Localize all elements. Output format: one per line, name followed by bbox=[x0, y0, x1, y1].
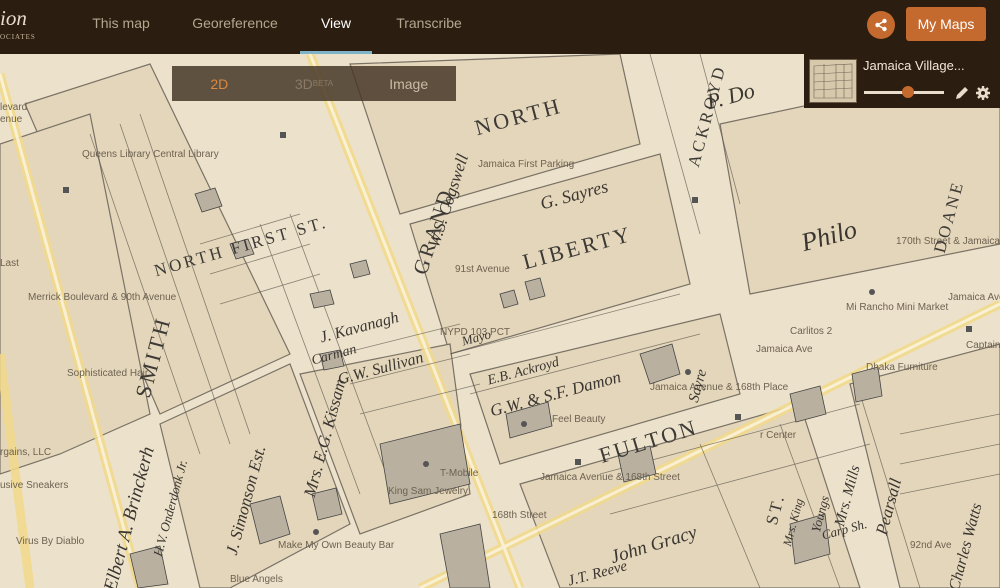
poi-make-my-own-beauty-bar[interactable]: Make My Own Beauty Bar bbox=[278, 540, 394, 551]
view-mode-3d-label: 3D bbox=[294, 75, 313, 92]
poi-virus-by-diablo[interactable]: Virus By Diablo bbox=[16, 536, 84, 547]
poi-avenue[interactable]: enue bbox=[0, 114, 22, 125]
tab-georeference[interactable]: Georeference bbox=[186, 0, 284, 54]
poi-merrick-boulevard[interactable]: Merrick Boulevard & 90th Avenue bbox=[28, 292, 176, 303]
tab-view[interactable]: View bbox=[300, 0, 372, 54]
gear-icon[interactable] bbox=[975, 85, 991, 101]
poi-jamaica-first-parking[interactable]: Jamaica First Parking bbox=[478, 159, 574, 170]
poi-jamaica-avenue-168th-place[interactable]: Jamaica Avenue & 168th Place bbox=[650, 382, 788, 393]
poi-91st-avenue[interactable]: 91st Avenue bbox=[455, 264, 510, 275]
opacity-slider-handle[interactable] bbox=[902, 86, 914, 98]
poi-boulevard[interactable]: levard bbox=[0, 102, 27, 113]
poi-king-sam-jewelry[interactable]: King Sam Jewelry bbox=[388, 486, 468, 497]
view-mode-image[interactable]: Image bbox=[361, 66, 456, 101]
poi-jamaica-avenue-street[interactable]: Jamaica Avenue bbox=[948, 292, 1000, 303]
view-mode-3d[interactable]: 3D BETA bbox=[267, 66, 362, 101]
poi-92nd-ave[interactable]: 92nd Ave bbox=[910, 540, 952, 551]
my-maps-button[interactable]: My Maps bbox=[906, 7, 986, 41]
share-button[interactable] bbox=[867, 11, 895, 39]
poi-carlitos-2[interactable]: Carlitos 2 bbox=[790, 326, 832, 337]
site-logo[interactable]: ion bbox=[0, 6, 27, 31]
view-mode-2d-label: 2D bbox=[210, 75, 229, 92]
pencil-icon[interactable] bbox=[954, 85, 970, 101]
layer-panel: Jamaica Village... bbox=[804, 54, 1000, 108]
layer-title: Jamaica Village... bbox=[863, 58, 965, 73]
poi-168th-street[interactable]: 168th Street bbox=[492, 510, 546, 521]
view-mode-image-label: Image bbox=[389, 75, 429, 92]
top-navigation-bar: ion OCIATES This map Georeference View T… bbox=[0, 0, 1000, 54]
map-canvas[interactable]: Queens Library Central Library Jamaica F… bbox=[0, 54, 1000, 588]
poi-jamaica-ave-168th-street[interactable]: Jamaica Avenue & 168th Street bbox=[540, 472, 680, 483]
poi-exclusive-sneakers[interactable]: usive Sneakers bbox=[0, 480, 68, 491]
view-mode-selector: 2D 3D BETA Image bbox=[172, 66, 456, 101]
tab-transcribe[interactable]: Transcribe bbox=[388, 0, 470, 54]
poi-queens-library[interactable]: Queens Library Central Library bbox=[82, 149, 219, 160]
beta-badge: BETA bbox=[312, 79, 334, 88]
map-thumbnail-image bbox=[810, 60, 856, 102]
layer-thumbnail[interactable] bbox=[809, 59, 857, 103]
poi-jamaica-ave[interactable]: Jamaica Ave bbox=[756, 344, 813, 355]
poi-bargains-llc[interactable]: rgains, LLC bbox=[0, 447, 51, 458]
poi-blue-angels[interactable]: Blue Angels bbox=[230, 574, 283, 585]
poi-feel-beauty[interactable]: Feel Beauty bbox=[552, 414, 605, 425]
logo-text: ion bbox=[0, 6, 27, 30]
poi-mi-rancho[interactable]: Mi Rancho Mini Market bbox=[846, 302, 948, 313]
poi-last[interactable]: Last bbox=[0, 258, 19, 269]
poi-captain-kw[interactable]: Captain Kw bbox=[966, 340, 1000, 351]
tab-this-map[interactable]: This map bbox=[80, 0, 162, 54]
poi-t-mobile[interactable]: T-Mobile bbox=[440, 468, 478, 479]
poi-dhaka-furniture[interactable]: Dhaka Furniture bbox=[866, 362, 938, 373]
poi-center[interactable]: r Center bbox=[760, 430, 796, 441]
share-icon bbox=[875, 18, 887, 32]
view-mode-2d[interactable]: 2D bbox=[172, 66, 267, 101]
logo-subtitle: OCIATES bbox=[0, 33, 36, 41]
